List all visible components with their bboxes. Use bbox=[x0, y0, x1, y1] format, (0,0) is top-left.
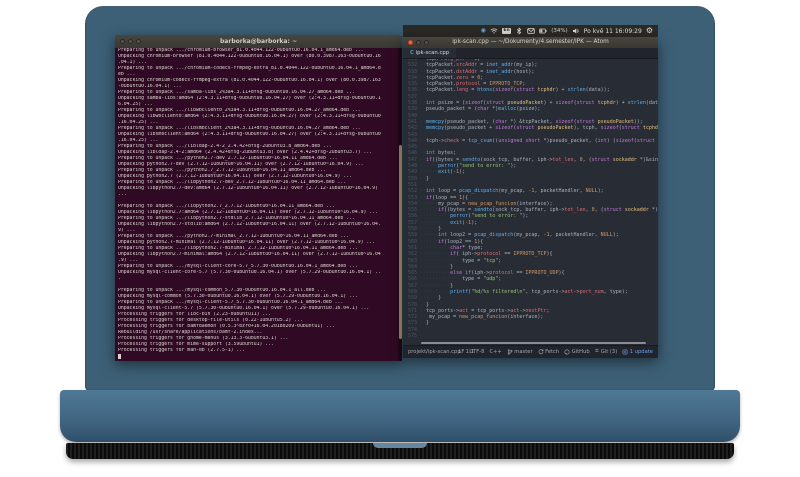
atom-editor-window: ipk-scan.cpp — ~/Dokumenty/4.semester/IP… bbox=[403, 37, 658, 358]
status-item-github[interactable]: GitHub bbox=[564, 349, 590, 355]
terminal-output-line: Unpacking libpython2.7-minimal:amd64 (2.… bbox=[118, 252, 381, 257]
terminal-cursor bbox=[118, 354, 121, 359]
tab-ipk-scan[interactable]: C ipk-scan.cpp bbox=[403, 48, 457, 58]
github-icon bbox=[564, 349, 570, 355]
code-editor[interactable]: 531 ··tcph->urg_ptr = 0; 532 ··tcpPacket.sr… bbox=[403, 59, 658, 345]
minimize-button[interactable] bbox=[128, 39, 133, 44]
terminal-output-line: Unpacking libwbclient0:amd64 (2:4.3.11+d… bbox=[118, 114, 381, 119]
terminal-title: barborka@barborka: ~ bbox=[220, 38, 297, 45]
minimize-button[interactable] bbox=[416, 40, 421, 45]
maximize-button[interactable] bbox=[424, 40, 429, 45]
ubuntu-top-panel: ◉ En (34%) Po kvě 11 16:09:29 ⚙ bbox=[403, 25, 658, 37]
status-item-label: UTF-8 bbox=[469, 349, 485, 355]
status-item-label: 1 update bbox=[629, 349, 653, 355]
code-line: 575 bbox=[403, 333, 658, 339]
line-number: 575 bbox=[407, 333, 417, 340]
session-gear-icon[interactable]: ⚙ bbox=[646, 27, 653, 35]
cpp-file-icon: C bbox=[410, 49, 414, 56]
laptop-base bbox=[60, 390, 740, 442]
status-left: projekt/ipk-scan.cpp 1:1 bbox=[408, 349, 474, 355]
statusbar-file-path[interactable]: projekt/ipk-scan.cpp bbox=[408, 349, 461, 355]
status-item-1-update[interactable]: 1 update bbox=[622, 349, 653, 355]
status-item-utf-8[interactable]: UTF-8 bbox=[469, 349, 484, 355]
status-item-git-3-[interactable]: ± Git (3) bbox=[595, 349, 618, 355]
status-item-label: Fetch bbox=[545, 349, 560, 355]
status-item-master[interactable]: master bbox=[507, 349, 533, 355]
status-item-fetch[interactable]: Fetch bbox=[538, 349, 560, 355]
wifi-icon[interactable] bbox=[490, 27, 498, 35]
atom-window-buttons bbox=[408, 40, 429, 45]
indicator-app-icon[interactable]: ◉ bbox=[481, 28, 486, 34]
laptop-hinge-notch bbox=[373, 443, 427, 448]
battery-icon[interactable] bbox=[539, 27, 547, 35]
terminal-scrollbar-thumb[interactable] bbox=[398, 145, 402, 340]
terminal-output: Preparing to unpack .../chromium-browser… bbox=[118, 48, 397, 361]
close-button[interactable] bbox=[120, 39, 125, 44]
system-tray: ◉ En (34%) bbox=[481, 27, 580, 35]
status-item-label: LF bbox=[458, 349, 465, 355]
status-item-label: C++ bbox=[489, 349, 502, 355]
status-item-label: Git (3) bbox=[600, 349, 618, 355]
status-item-c-[interactable]: C++ bbox=[489, 349, 501, 355]
mail-icon[interactable] bbox=[527, 27, 535, 35]
close-button[interactable] bbox=[408, 40, 413, 45]
bluetooth-icon[interactable] bbox=[515, 27, 523, 35]
terminal-output-line: Unpacking libsmbclient:amd64 (2:4.3.11+d… bbox=[118, 132, 381, 137]
keyboard-layout-badge[interactable]: En bbox=[501, 28, 512, 34]
terminal-output-line: Unpacking samba-libs:amd64 (2:4.3.11+dfs… bbox=[118, 96, 381, 101]
terminal-titlebar[interactable]: barborka@barborka: ~ bbox=[115, 35, 402, 48]
status-item-label: GitHub bbox=[571, 349, 590, 355]
terminal-output-line: Unpacking libpython2.7-stdlib:amd64 (2.7… bbox=[118, 222, 381, 227]
atom-titlebar[interactable]: ipk-scan.cpp — ~/Dokumenty/4.semester/IP… bbox=[403, 37, 658, 48]
fetch-icon bbox=[538, 349, 544, 355]
status-item-label: master bbox=[514, 349, 533, 355]
status-bar: projekt/ipk-scan.cpp 1:1 LF UTF-8 C++ maste… bbox=[403, 345, 658, 358]
terminal-output-line: Unpacking libpython2.7-dev:amd64 (2.7.12… bbox=[118, 186, 378, 191]
maximize-button[interactable] bbox=[136, 39, 141, 44]
atom-window-title: ipk-scan.cpp — ~/Dokumenty/4.semester/IP… bbox=[452, 39, 609, 45]
terminal-output-line: Unpacking mysql-client-core-5.7 (5.7.30-… bbox=[118, 270, 381, 275]
clock-label[interactable]: Po kvě 11 16:09:29 bbox=[584, 28, 642, 35]
tab-label: ipk-scan.cpp bbox=[415, 50, 450, 56]
code-lines: 531 ··tcph->urg_ptr = 0; 532 ··tcpPacket.sr… bbox=[403, 59, 658, 339]
terminal-output-line: Preparing to unpack .../chromium-codecs-… bbox=[118, 66, 381, 71]
terminal-scrollbar[interactable] bbox=[398, 48, 402, 361]
status-right: LF UTF-8 C++ master Fetch GitHub ± Git (3) 1 upd… bbox=[458, 349, 653, 355]
terminal-window: barborka@barborka: ~ Preparing to unpack… bbox=[115, 35, 402, 361]
terminal-output-line: Unpacking chromium-browser (81.0.4044.12… bbox=[118, 54, 381, 59]
terminal-prompt-line bbox=[118, 354, 397, 360]
battery-percent[interactable]: (34%) bbox=[551, 28, 568, 34]
terminal-window-buttons bbox=[120, 39, 141, 44]
horizontal-scrollbar[interactable] bbox=[421, 342, 646, 344]
status-item-lf[interactable]: LF bbox=[458, 349, 464, 355]
volume-icon[interactable] bbox=[572, 27, 580, 35]
tab-bar: C ipk-scan.cpp bbox=[403, 48, 658, 59]
git-diff-icon: ± bbox=[594, 348, 600, 355]
git-branch-icon bbox=[507, 349, 513, 355]
update-icon bbox=[622, 349, 628, 355]
